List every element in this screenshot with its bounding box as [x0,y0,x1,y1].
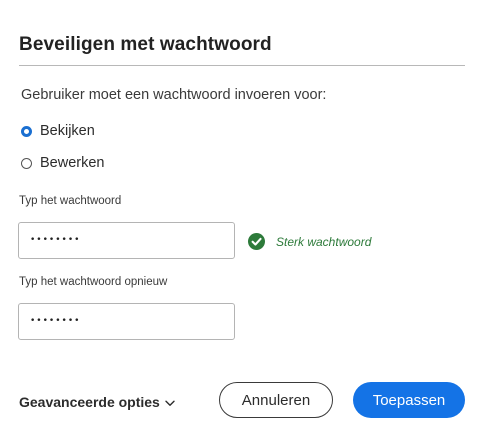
confirm-password-label: Typ het wachtwoord opnieuw [19,276,168,288]
confirm-password-input[interactable]: •••••••• [18,303,235,340]
password-label: Typ het wachtwoord [19,195,122,207]
dialog-title: Beveiligen met wachtwoord [19,34,272,55]
password-input[interactable]: •••••••• [18,222,235,259]
cancel-button[interactable]: Annuleren [219,382,333,418]
advanced-options-label: Geavanceerde opties [19,394,160,410]
instruction-text: Gebruiker moet een wachtwoord invoeren v… [21,87,327,103]
radio-option-edit-label: Bewerken [40,155,105,171]
radio-selected-icon[interactable] [21,125,32,137]
radio-option-view-label: Bekijken [40,123,95,139]
apply-button[interactable]: Toepassen [353,382,465,418]
radio-unselected-icon[interactable] [21,157,32,169]
apply-button-label: Toepassen [372,391,446,409]
password-strength-text: Sterk wachtwoord [276,234,372,249]
radio-option-view[interactable]: Bekijken [21,123,95,139]
check-circle-icon [248,233,265,250]
chevron-down-icon [165,400,175,406]
title-divider [19,65,465,66]
advanced-options-toggle[interactable]: Geavanceerde opties [19,394,175,410]
radio-option-edit[interactable]: Bewerken [21,155,104,171]
password-protect-dialog: Beveiligen met wachtwoord Gebruiker moet… [0,0,480,432]
password-strength-indicator: Sterk wachtwoord [248,233,371,250]
cancel-button-label: Annuleren [241,391,311,409]
